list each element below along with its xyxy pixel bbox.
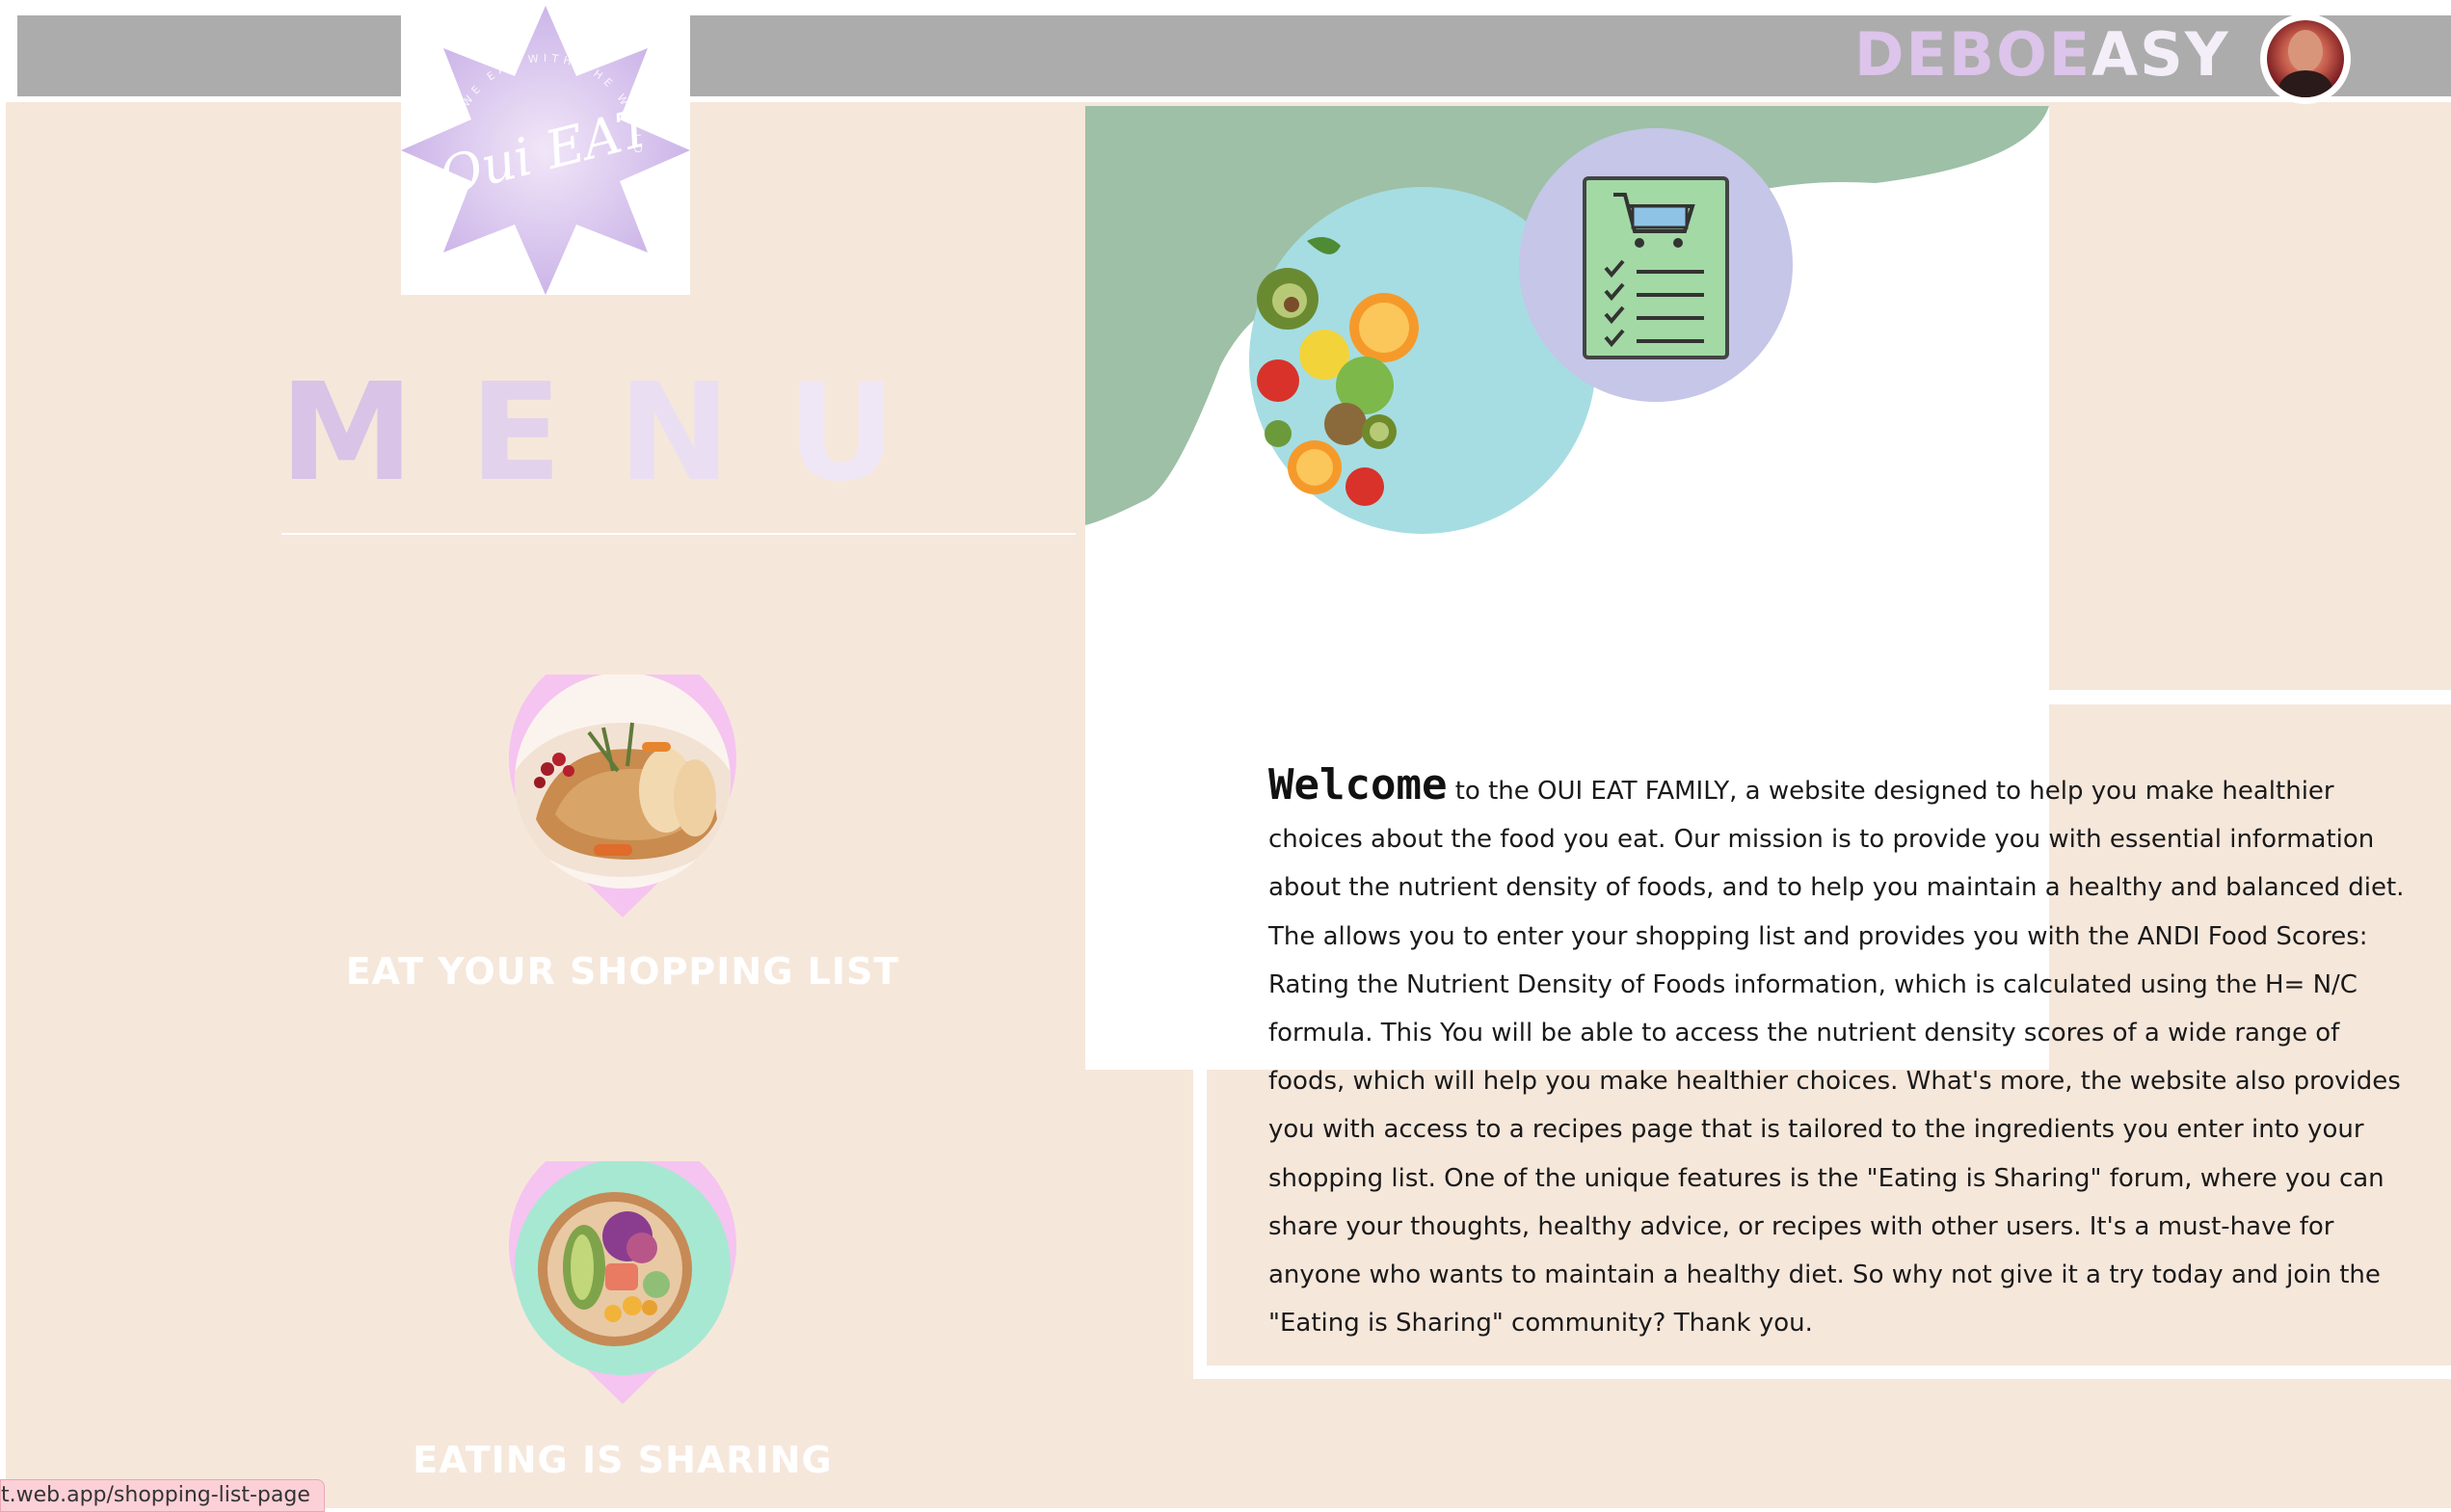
status-bar-url: t.web.app/shopping-list-page — [0, 1479, 325, 1512]
avatar-photo — [2267, 20, 2344, 97]
roast-chicken-food-icon — [509, 675, 736, 917]
menu-divider — [281, 533, 1076, 535]
menu-item-shopping-list[interactable]: EAT YOUR SHOPPING LIST — [324, 675, 921, 993]
section-divider — [2049, 690, 2451, 703]
menu-heading: MENU — [280, 361, 952, 506]
username-part-2: ASY — [2091, 19, 2230, 90]
about-body: to the OUI EAT FAMILY, a website designe… — [1268, 777, 2405, 1339]
menu-item-eating-is-sharing[interactable]: EATING IS SHARING — [324, 1161, 921, 1481]
menu-letter-n: N — [617, 355, 787, 512]
logo[interactable]: WE EAT WITH THE WORLD Oui EAT — [401, 6, 690, 295]
menu-letter-e: E — [469, 355, 618, 512]
menu-item-label: EATING IS SHARING — [413, 1439, 833, 1481]
menu-letter-m: M — [280, 355, 470, 512]
logo-star-icon: WE EAT WITH THE WORLD Oui EAT — [401, 6, 690, 295]
shopping-list-cart-icon — [1519, 128, 1793, 402]
salad-bowl-food-icon — [509, 1161, 736, 1404]
username-part-1: DEBOE — [1854, 19, 2092, 90]
welcome-word: Welcome — [1268, 760, 1448, 809]
about-text: Welcome to the OUI EAT FAMILY, a website… — [1268, 760, 2406, 1347]
user-avatar-icon[interactable] — [2260, 13, 2351, 104]
menu-letter-u: U — [786, 355, 952, 512]
top-bar-divider — [0, 96, 2451, 102]
username-label[interactable]: DEBOEASY — [1854, 21, 2230, 89]
menu-item-label: EAT YOUR SHOPPING LIST — [345, 950, 900, 993]
